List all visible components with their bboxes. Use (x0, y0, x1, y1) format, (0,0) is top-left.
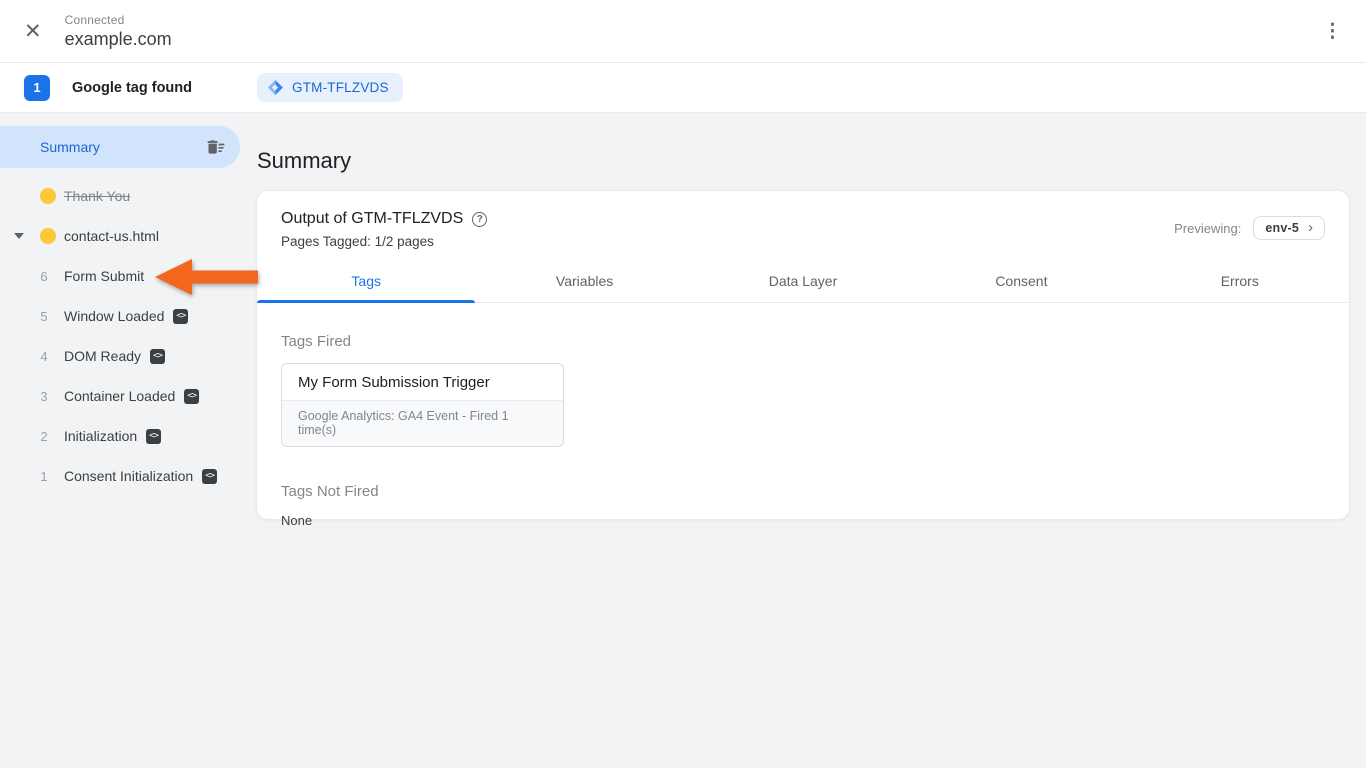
gtm-container-chip[interactable]: GTM-TFLZVDS (257, 73, 403, 102)
event-label: Initialization (64, 428, 137, 444)
google-tag-bar: 1 Google tag found GTM-TFLZVDS (0, 63, 1366, 113)
chevron-right-icon: › (1308, 220, 1313, 235)
help-icon[interactable]: ? (472, 212, 487, 227)
sidebar-event-consent-initialization[interactable]: 1 Consent Initialization <> (0, 456, 240, 496)
more-menu-icon[interactable]: ⋮ (1323, 22, 1342, 41)
page-label: Thank You (64, 188, 130, 204)
content-area: Summary Thank You contact-us.html (0, 113, 1366, 768)
tag-count-badge: 1 (24, 75, 50, 101)
event-number: 4 (36, 349, 52, 364)
code-icon: <> (150, 349, 165, 364)
sidebar-event-window-loaded[interactable]: 5 Window Loaded <> (0, 296, 240, 336)
event-label: Container Loaded (64, 388, 175, 404)
sidebar-page-thank-you[interactable]: Thank You (0, 176, 240, 216)
summary-label: Summary (40, 139, 100, 155)
event-sidebar: Summary Thank You contact-us.html (0, 113, 240, 768)
code-icon: <> (202, 469, 217, 484)
summary-panel: Summary Output of GTM-TFLZVDS ? Pages Ta… (240, 113, 1366, 768)
sidebar-item-summary[interactable]: Summary (0, 126, 240, 168)
env-name: env-5 (1265, 221, 1299, 235)
connected-domain: example.com (65, 29, 172, 50)
tags-not-fired-value: None (281, 513, 1325, 528)
tab-tags[interactable]: Tags (257, 263, 475, 302)
previewing-label: Previewing: (1174, 221, 1241, 236)
output-tabs: Tags Variables Data Layer Consent Errors (257, 263, 1349, 303)
event-number: 1 (36, 469, 52, 484)
sidebar-event-list: Thank You contact-us.html 6 Form Submit … (0, 176, 240, 496)
google-tag-found-label: Google tag found (72, 80, 257, 96)
tags-fired-heading: Tags Fired (281, 333, 1325, 350)
env-chip[interactable]: env-5 › (1253, 216, 1325, 240)
connection-status: Connected (65, 13, 172, 27)
code-icon: <> (146, 429, 161, 444)
tab-errors[interactable]: Errors (1131, 263, 1349, 302)
fired-tag-name: My Form Submission Trigger (282, 364, 563, 400)
event-number: 2 (36, 429, 52, 444)
gtm-container-id: GTM-TFLZVDS (292, 80, 389, 95)
page-title: Summary (257, 148, 1350, 174)
fired-tag-detail: Google Analytics: GA4 Event - Fired 1 ti… (282, 400, 563, 446)
output-card-header: Output of GTM-TFLZVDS ? Pages Tagged: 1/… (257, 191, 1349, 249)
event-label: Form Submit (64, 268, 144, 284)
event-label: DOM Ready (64, 348, 141, 364)
tag-assistant-window: ✕ Connected example.com ⋮ 1 Google tag f… (0, 0, 1366, 768)
sidebar-event-container-loaded[interactable]: 3 Container Loaded <> (0, 376, 240, 416)
page-status-dot-icon (40, 228, 56, 244)
sidebar-event-form-submit[interactable]: 6 Form Submit (0, 256, 240, 296)
event-label: Window Loaded (64, 308, 164, 324)
page-label: contact-us.html (64, 228, 159, 244)
tab-data-layer[interactable]: Data Layer (694, 263, 912, 302)
event-label: Consent Initialization (64, 468, 193, 484)
code-icon: <> (173, 309, 188, 324)
tags-tab-content: Tags Fired My Form Submission Trigger Go… (257, 303, 1349, 528)
connection-info: Connected example.com (65, 13, 172, 50)
gtm-logo-icon (267, 79, 284, 96)
tab-consent[interactable]: Consent (912, 263, 1130, 302)
connection-header: ✕ Connected example.com ⋮ (0, 0, 1366, 63)
event-number: 6 (36, 269, 52, 284)
event-number: 3 (36, 389, 52, 404)
tags-not-fired-heading: Tags Not Fired (281, 483, 1325, 500)
close-icon[interactable]: ✕ (24, 21, 42, 42)
sidebar-event-initialization[interactable]: 2 Initialization <> (0, 416, 240, 456)
event-number: 5 (36, 309, 52, 324)
sidebar-event-dom-ready[interactable]: 4 DOM Ready <> (0, 336, 240, 376)
collapse-arrow-icon[interactable] (14, 233, 24, 239)
sidebar-page-contact-us[interactable]: contact-us.html (0, 216, 240, 256)
pages-tagged-label: Pages Tagged: 1/2 pages (281, 234, 487, 249)
output-card: Output of GTM-TFLZVDS ? Pages Tagged: 1/… (256, 190, 1350, 520)
output-card-title: Output of GTM-TFLZVDS (281, 210, 463, 228)
fired-tag-card[interactable]: My Form Submission Trigger Google Analyt… (281, 363, 564, 447)
code-icon: <> (184, 389, 199, 404)
page-status-dot-icon (40, 188, 56, 204)
clear-events-icon[interactable] (206, 137, 226, 157)
tab-variables[interactable]: Variables (475, 263, 693, 302)
